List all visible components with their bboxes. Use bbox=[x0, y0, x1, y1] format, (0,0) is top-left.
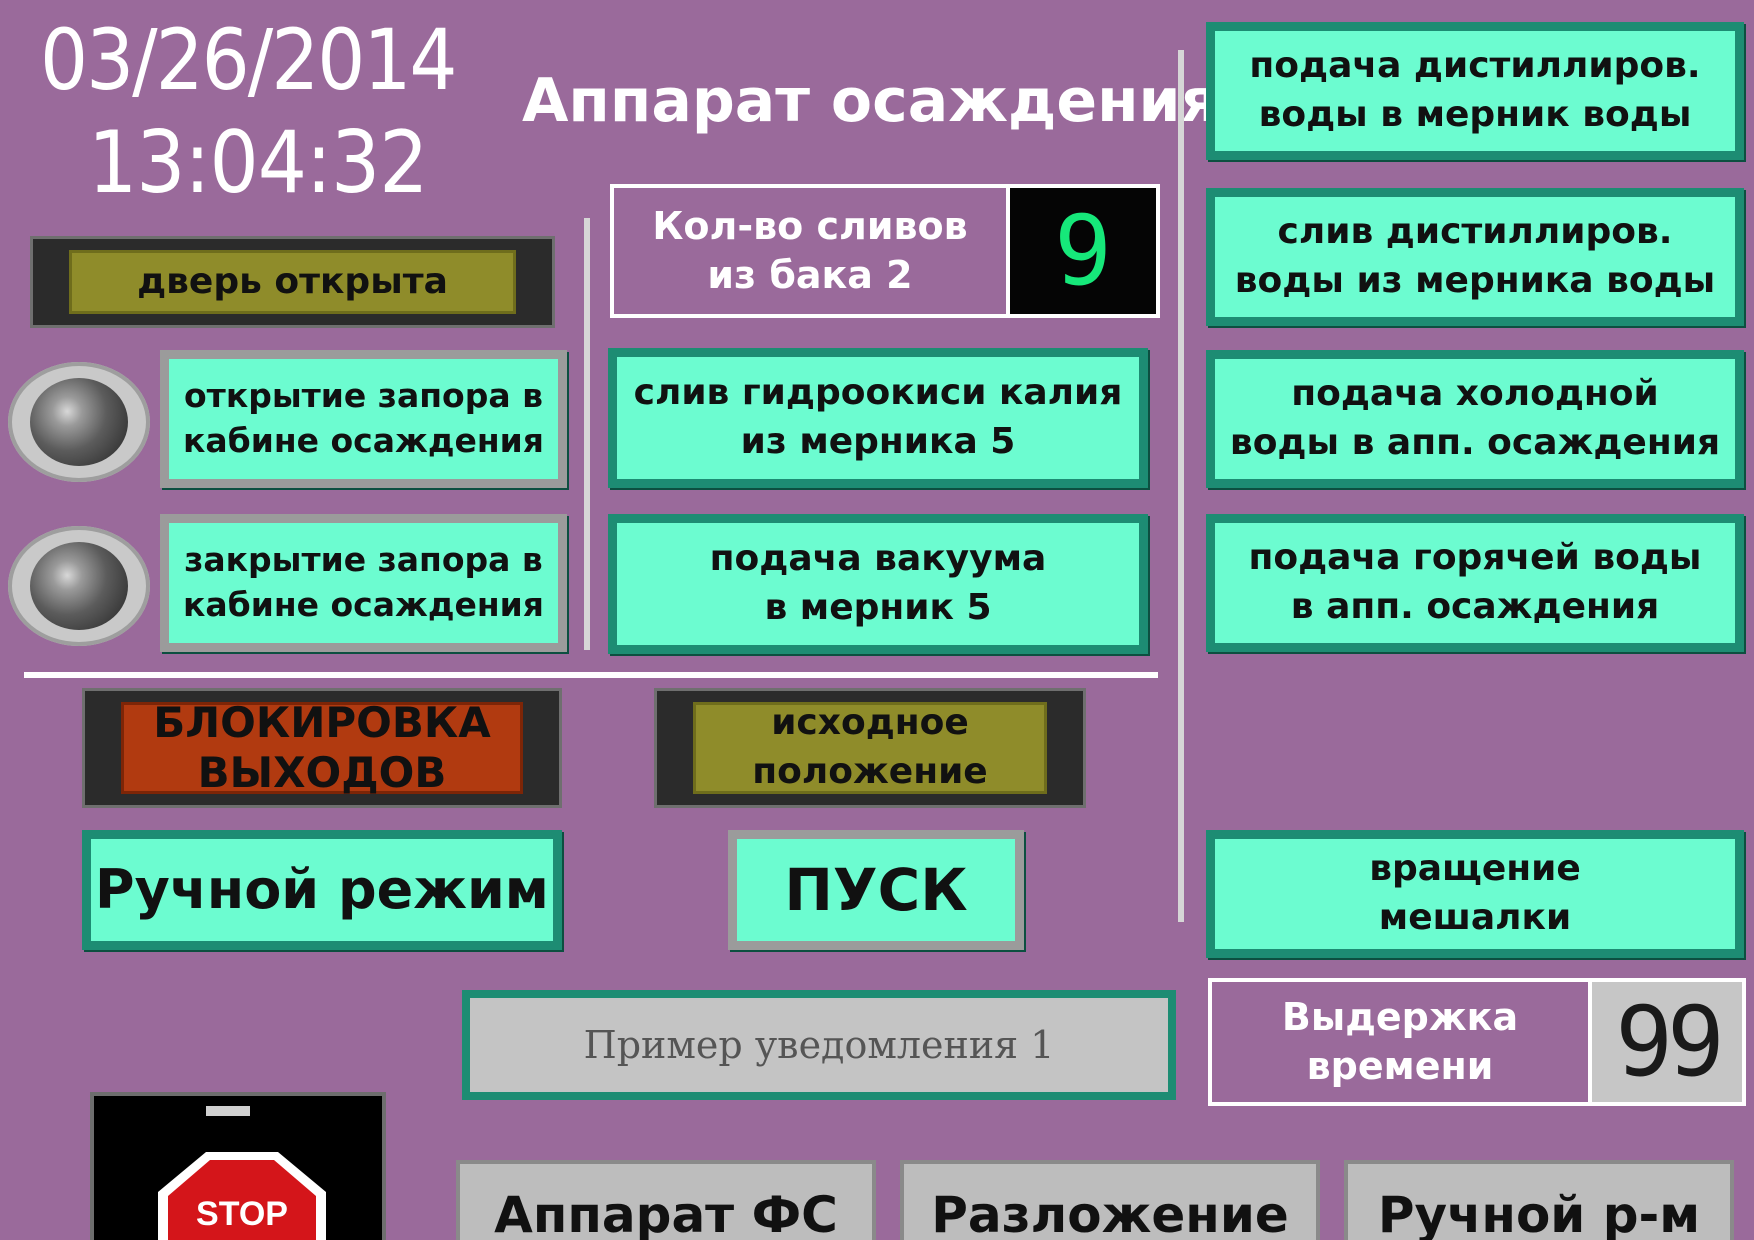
drain-koh-button[interactable]: слив гидроокиси калия из мерника 5 bbox=[608, 348, 1148, 488]
drain-distilled-label: слив дистиллиров. воды из мерника воды bbox=[1215, 197, 1735, 317]
notification-panel: Пример уведомления 1 bbox=[462, 990, 1176, 1100]
tab-apparatus-fs[interactable]: Аппарат ФС bbox=[456, 1160, 876, 1240]
close-lock-label: закрытие запора в кабине осаждения bbox=[169, 523, 558, 643]
notification-text: Пример уведомления 1 bbox=[470, 998, 1168, 1092]
open-lock-button[interactable]: открытие запора в кабине осаждения bbox=[160, 350, 567, 488]
stop-text: STOP bbox=[196, 1195, 288, 1233]
current-time: 13:04:32 bbox=[88, 113, 428, 213]
output-lock-label: БЛОКИРОВКА ВЫХОДОВ bbox=[121, 698, 523, 797]
feed-hot-water-button[interactable]: подача горячей воды в апп. осаждения bbox=[1206, 514, 1744, 652]
stop-sign-icon: STOP bbox=[158, 1152, 326, 1240]
drain-distilled-button[interactable]: слив дистиллиров. воды из мерника воды bbox=[1206, 188, 1744, 326]
drains-counter-label: Кол-во сливов из бака 2 bbox=[614, 188, 1010, 314]
manual-mode-button[interactable]: Ручной режим bbox=[82, 830, 562, 950]
drains-counter-value: 9 bbox=[1010, 188, 1156, 314]
feed-cold-water-label: подача холодной воды в апп. осаждения bbox=[1215, 359, 1735, 479]
start-button[interactable]: ПУСК bbox=[728, 830, 1024, 950]
delay-counter: Выдержка времени 99 bbox=[1208, 978, 1746, 1106]
screen-title: Аппарат осаждения bbox=[522, 66, 1220, 136]
tab-apparatus-fs-label: Аппарат ФС bbox=[494, 1186, 838, 1240]
current-date: 03/26/2014 bbox=[40, 11, 458, 109]
manual-mode-label: Ручной режим bbox=[91, 839, 553, 941]
output-lock-indicator: БЛОКИРОВКА ВЫХОДОВ bbox=[82, 688, 562, 808]
drain-koh-label: слив гидроокиси калия из мерника 5 bbox=[617, 357, 1139, 479]
emergency-stop-panel[interactable]: STOP bbox=[90, 1092, 386, 1240]
stirrer-button[interactable]: вращение мешалки bbox=[1206, 830, 1744, 958]
drains-counter: Кол-во сливов из бака 2 9 bbox=[610, 184, 1160, 318]
tab-decomposition-label: Разложение bbox=[931, 1186, 1289, 1240]
vacuum-label: подача вакуума в мерник 5 bbox=[617, 523, 1139, 645]
indicator-light-icon bbox=[30, 542, 128, 630]
delay-counter-label: Выдержка времени bbox=[1212, 982, 1592, 1102]
stirrer-label: вращение мешалки bbox=[1215, 839, 1735, 949]
close-lock-indicator bbox=[8, 526, 150, 646]
tab-manual-mode-label: Ручной р-м bbox=[1377, 1186, 1701, 1240]
start-label: ПУСК bbox=[737, 839, 1015, 941]
door-open-indicator: дверь открыта bbox=[30, 236, 555, 328]
door-open-label: дверь открыта bbox=[69, 250, 516, 314]
tab-decomposition[interactable]: Разложение bbox=[900, 1160, 1320, 1240]
delay-counter-value: 99 bbox=[1592, 982, 1742, 1102]
feed-distilled-label: подача дистиллиров. воды в мерник воды bbox=[1215, 31, 1735, 151]
stop-panel-handle bbox=[206, 1106, 250, 1116]
divider-horizontal bbox=[24, 672, 1158, 678]
home-position-label: исходное положение bbox=[693, 702, 1047, 794]
feed-cold-water-button[interactable]: подача холодной воды в апп. осаждения bbox=[1206, 350, 1744, 488]
feed-distilled-button[interactable]: подача дистиллиров. воды в мерник воды bbox=[1206, 22, 1744, 160]
home-position-indicator: исходное положение bbox=[654, 688, 1086, 808]
vacuum-button[interactable]: подача вакуума в мерник 5 bbox=[608, 514, 1148, 654]
divider-right bbox=[1178, 50, 1184, 922]
open-lock-indicator bbox=[8, 362, 150, 482]
tab-manual-mode[interactable]: Ручной р-м bbox=[1344, 1160, 1734, 1240]
indicator-light-icon bbox=[30, 378, 128, 466]
divider-left bbox=[584, 218, 590, 650]
feed-hot-water-label: подача горячей воды в апп. осаждения bbox=[1215, 523, 1735, 643]
open-lock-label: открытие запора в кабине осаждения bbox=[169, 359, 558, 479]
close-lock-button[interactable]: закрытие запора в кабине осаждения bbox=[160, 514, 567, 652]
